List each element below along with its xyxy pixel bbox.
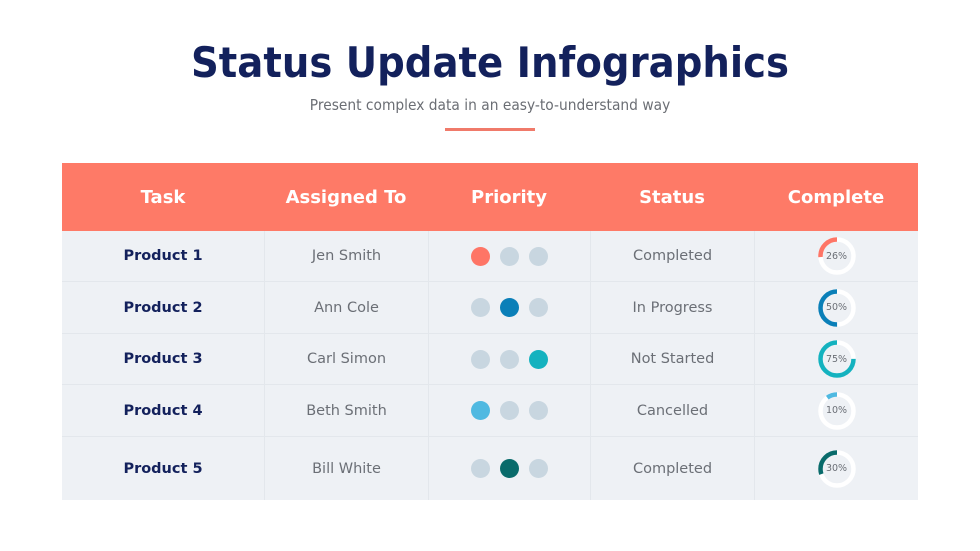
complete-cell: 10% [754, 385, 918, 436]
status-text: Cancelled [590, 385, 754, 436]
priority-indicator [471, 459, 548, 478]
assignee-name: Ann Cole [264, 282, 428, 333]
status-text: Completed [590, 231, 754, 281]
priority-dot-active [500, 459, 519, 478]
assignee-name: Bill White [264, 437, 428, 500]
assignee-name: Carl Simon [264, 334, 428, 384]
status-text: Not Started [590, 334, 754, 384]
priority-dot [471, 349, 490, 369]
priority-dot-active [471, 246, 490, 266]
table-row: Product 5 Bill White Completed 30% [62, 436, 918, 500]
priority-cell [428, 231, 590, 281]
task-name: Product 5 [123, 460, 203, 477]
priority-dot [529, 246, 548, 266]
column-header-priority: Priority [471, 186, 547, 208]
complete-cell: 50% [754, 282, 918, 333]
page-title: Status Update Infographics [190, 38, 790, 87]
task-name: Product 4 [123, 402, 203, 419]
column-header-status: Status [639, 186, 705, 208]
column-header-task: Task [140, 186, 186, 208]
priority-dot [471, 298, 490, 317]
table-row: Product 3 Carl Simon Not Started 75% [62, 333, 918, 384]
complete-percent: 10% [825, 405, 848, 416]
complete-cell: 75% [754, 334, 918, 384]
task-name: Product 2 [123, 299, 203, 316]
status-table: Task Assigned To Priority Status Complet… [62, 163, 918, 500]
column-header-assigned-to: Assigned To [285, 186, 407, 208]
page-subtitle: Present complex data in an easy-to-under… [309, 96, 671, 114]
priority-indicator [471, 246, 548, 266]
status-text: Completed [590, 437, 754, 500]
status-text: In Progress [590, 282, 754, 333]
complete-cell: 26% [754, 231, 918, 281]
complete-percent: 50% [825, 302, 848, 313]
progress-ring: 30% [817, 449, 857, 489]
task-name: Product 1 [123, 248, 203, 264]
priority-cell [428, 437, 590, 500]
progress-ring: 10% [817, 391, 857, 431]
priority-indicator [471, 401, 548, 420]
progress-ring: 26% [817, 236, 857, 276]
priority-dot-active [529, 349, 548, 369]
table-row: Product 2 Ann Cole In Progress 50% [62, 281, 918, 333]
task-name: Product 3 [123, 351, 203, 367]
priority-dot [500, 401, 519, 420]
complete-percent: 26% [825, 250, 848, 262]
complete-cell: 30% [754, 437, 918, 500]
title-divider [445, 128, 535, 131]
priority-cell [428, 334, 590, 384]
priority-dot [471, 459, 490, 478]
priority-dot [529, 298, 548, 317]
table-row: Product 1 Jen Smith Completed 26% [62, 231, 918, 281]
priority-indicator [471, 349, 548, 369]
priority-dot-active [500, 298, 519, 317]
table-row: Product 4 Beth Smith Cancelled 10% [62, 384, 918, 436]
complete-percent: 75% [825, 353, 848, 365]
priority-dot [500, 349, 519, 369]
progress-ring: 50% [817, 288, 857, 328]
priority-indicator [471, 298, 548, 317]
table-header: Task Assigned To Priority Status Complet… [62, 163, 918, 231]
priority-dot [500, 246, 519, 266]
assignee-name: Beth Smith [264, 385, 428, 436]
priority-cell [428, 385, 590, 436]
column-header-complete: Complete [787, 186, 885, 208]
priority-dot [529, 401, 548, 420]
table-body: Product 1 Jen Smith Completed 26% Product 2 A… [62, 231, 918, 500]
priority-dot-active [471, 401, 490, 420]
priority-dot [529, 459, 548, 478]
complete-percent: 30% [825, 463, 848, 474]
progress-ring: 75% [817, 339, 857, 379]
assignee-name: Jen Smith [264, 231, 428, 281]
priority-cell [428, 282, 590, 333]
